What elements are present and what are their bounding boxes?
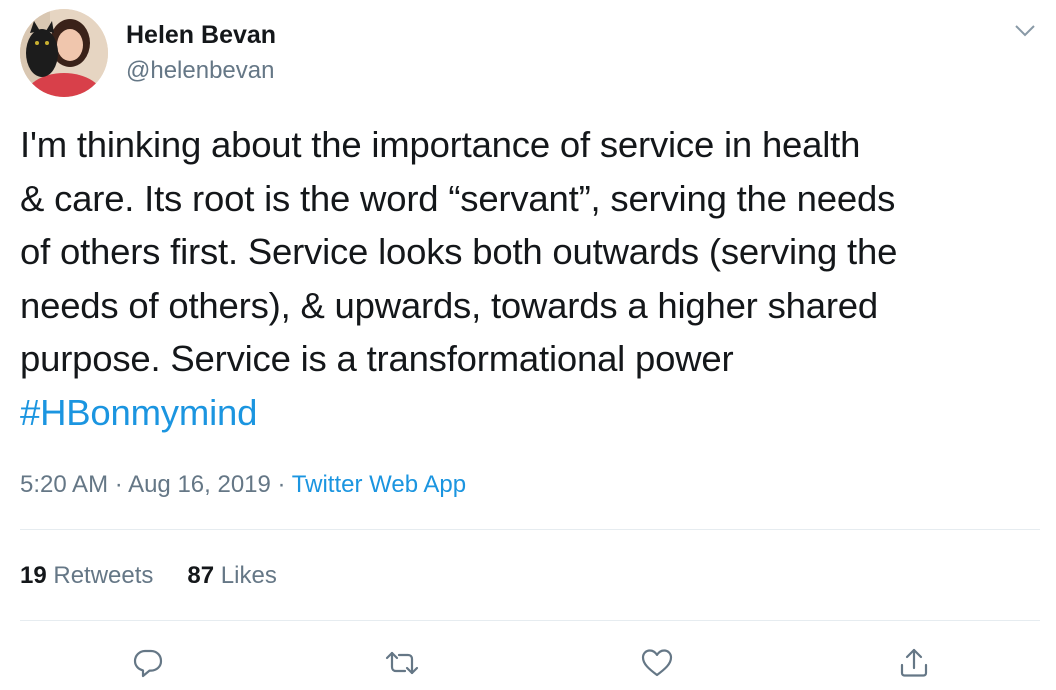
more-options-button[interactable]: [1010, 18, 1040, 44]
tweet-date[interactable]: Aug 16, 2019: [128, 471, 271, 498]
retweets-label: Retweets: [53, 562, 154, 589]
author-name[interactable]: Helen Bevan: [126, 20, 276, 50]
tweet-source-link[interactable]: Twitter Web App: [292, 471, 466, 498]
retweets-stat[interactable]: 19 Retweets: [20, 562, 153, 589]
likes-label: Likes: [220, 562, 277, 589]
retweet-icon: [385, 651, 419, 675]
tweet-time[interactable]: 5:20 AM: [20, 471, 108, 498]
divider: [20, 529, 1040, 530]
likes-stat[interactable]: 87 Likes: [187, 562, 276, 589]
tweet-meta: 5:20 AM · Aug 16, 2019 · Twitter Web App: [20, 470, 466, 500]
tweet-line: purpose. Service is a transformational p…: [20, 338, 734, 379]
like-button[interactable]: [637, 643, 677, 683]
divider: [20, 620, 1040, 621]
share-icon: [900, 648, 928, 677]
author-handle[interactable]: @helenbevan: [126, 56, 274, 86]
reply-icon: [133, 649, 163, 678]
meta-separator: ·: [114, 471, 123, 498]
tweet-line: & care. Its root is the word “servant”, …: [20, 177, 896, 219]
avatar[interactable]: [20, 9, 108, 97]
tweet-stats: 19 Retweets 87 Likes: [20, 561, 311, 591]
retweet-button[interactable]: [382, 643, 422, 683]
heart-icon: [641, 649, 673, 677]
chevron-down-icon: [1015, 25, 1035, 37]
retweets-count: 19: [20, 562, 47, 589]
tweet-line: needs of others), & upwards, towards a h…: [20, 284, 878, 326]
avatar-image: [20, 9, 108, 97]
hashtag-link[interactable]: #HBonmymind: [20, 392, 257, 433]
tweet-line: I'm thinking about the importance of ser…: [20, 124, 861, 165]
reply-button[interactable]: [128, 643, 168, 683]
likes-count: 87: [187, 562, 215, 589]
meta-separator: ·: [277, 471, 286, 498]
tweet-line: of others first. Service looks both outw…: [20, 231, 898, 272]
tweet-text: I'm thinking about the importance of ser…: [20, 118, 1036, 439]
share-button[interactable]: [894, 643, 934, 683]
